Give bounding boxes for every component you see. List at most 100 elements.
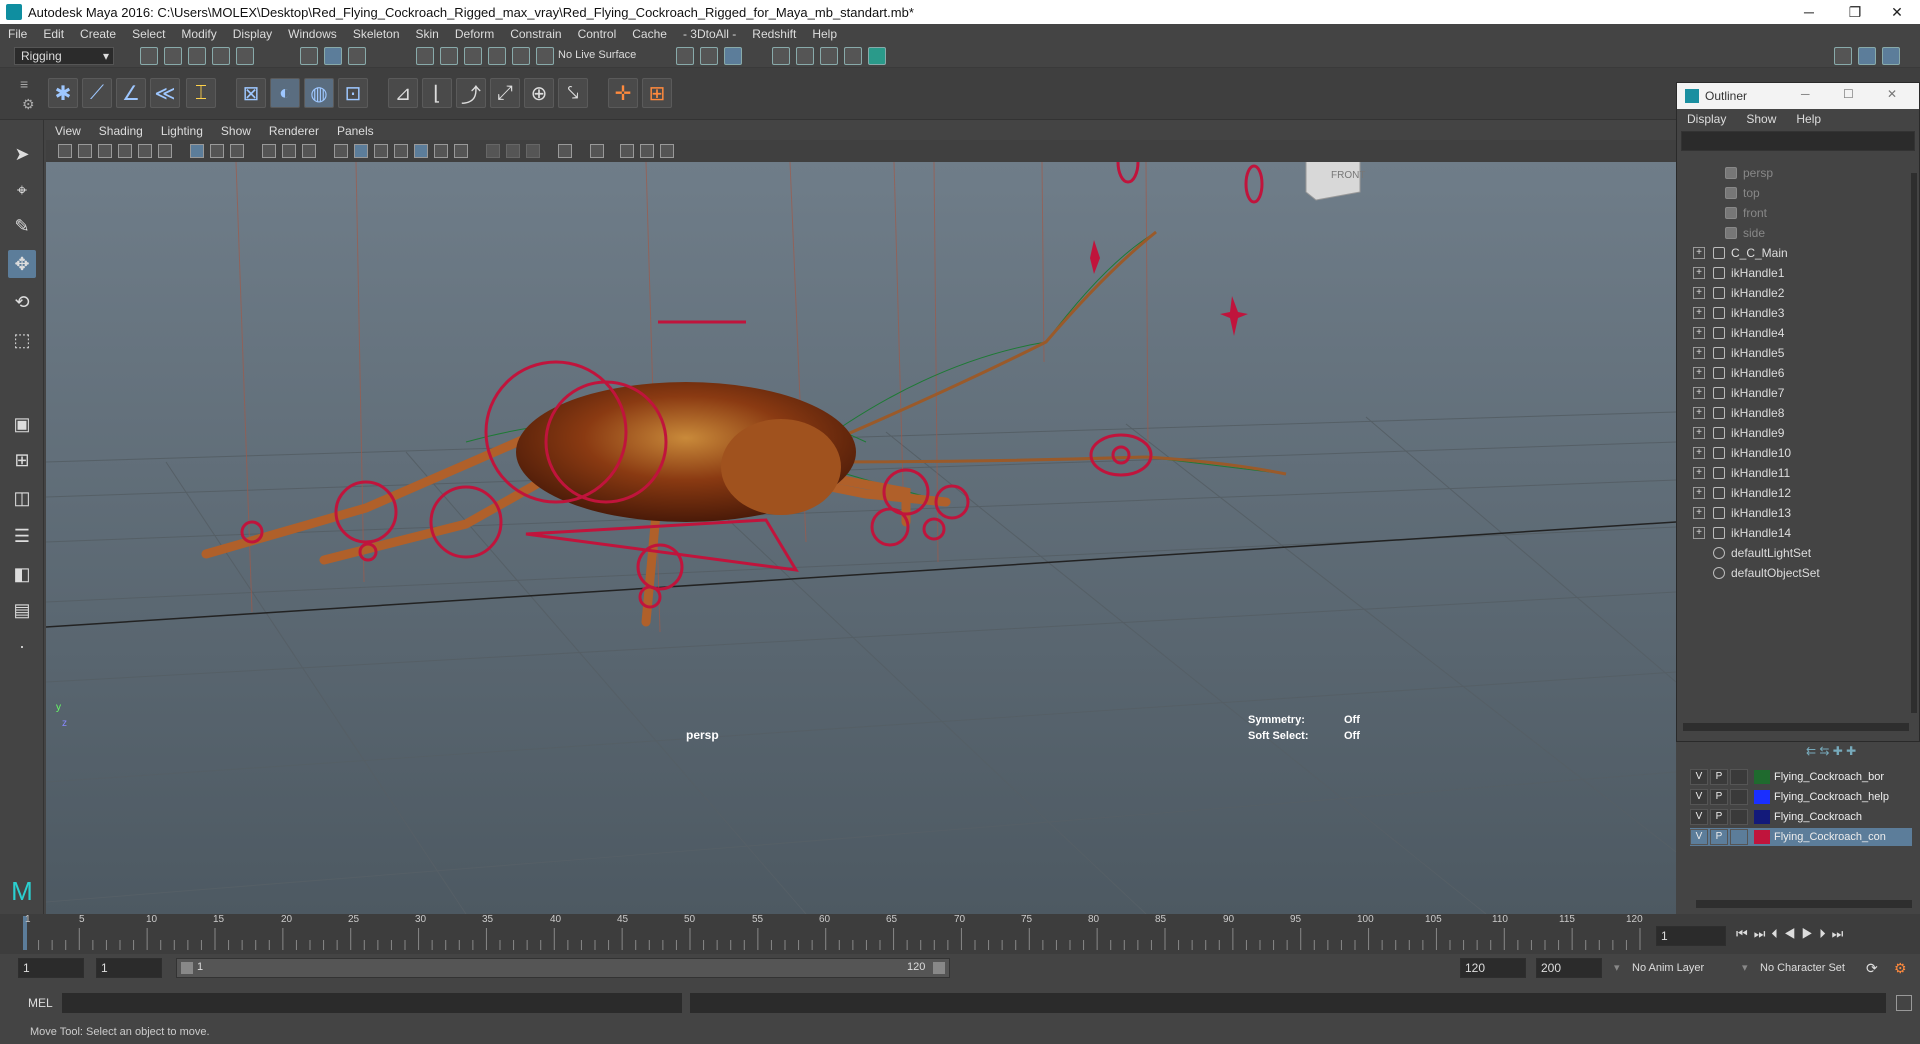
live-surface-label[interactable]: No Live Surface <box>558 49 636 61</box>
layer-type-toggle[interactable] <box>1730 829 1748 845</box>
snap-surface-icon[interactable] <box>512 47 530 65</box>
mirror-joint-icon[interactable]: ⌶ <box>186 78 216 108</box>
menu-help[interactable]: Help <box>804 27 845 41</box>
outliner-close-button[interactable]: ✕ <box>1887 87 1897 101</box>
viewport-menu-view[interactable]: View <box>46 124 90 138</box>
outliner-item-ikhandle11[interactable]: + ikHandle11 <box>1693 463 1920 483</box>
point-constraint-icon[interactable]: ⌊ <box>422 78 452 108</box>
layout-persp-graph-icon[interactable]: ◧ <box>8 560 36 588</box>
layer-visibility-toggle[interactable]: V <box>1690 789 1708 805</box>
select-component-icon[interactable] <box>348 47 366 65</box>
outliner-item-ikhandle12[interactable]: + ikHandle12 <box>1693 483 1920 503</box>
ipr-render-icon[interactable] <box>724 47 742 65</box>
outliner-item-ikhandle6[interactable]: + ikHandle6 <box>1693 363 1920 383</box>
layer-type-toggle[interactable] <box>1730 809 1748 825</box>
outliner-item-top[interactable]: top <box>1725 183 1920 203</box>
layer-type-toggle[interactable] <box>1730 789 1748 805</box>
viewport-menu-renderer[interactable]: Renderer <box>260 124 328 138</box>
xray-joints-icon[interactable] <box>620 144 634 158</box>
outliner-item-c-c-main[interactable]: + C_C_Main <box>1693 243 1920 263</box>
select-object-icon[interactable] <box>324 47 342 65</box>
construction-history-icon[interactable] <box>676 47 694 65</box>
expand-icon[interactable]: + <box>1693 327 1705 339</box>
bookmarks-icon[interactable] <box>98 144 112 158</box>
outliner-item-ikhandle14[interactable]: + ikHandle14 <box>1693 523 1920 543</box>
menu-windows[interactable]: Windows <box>280 27 345 41</box>
outliner-minimize-button[interactable]: ─ <box>1801 87 1810 101</box>
range-start-handle[interactable] <box>181 962 193 974</box>
bind-skin-icon[interactable]: ⊠ <box>236 78 266 108</box>
lasso-tool-icon[interactable]: ⌖ <box>8 176 36 204</box>
outliner-item-side[interactable]: side <box>1725 223 1920 243</box>
select-hierarchy-icon[interactable] <box>300 47 318 65</box>
layer-playback-toggle[interactable]: P <box>1710 769 1728 785</box>
go-to-end-icon[interactable]: ⏭ <box>1832 926 1850 941</box>
safe-action-icon[interactable] <box>302 144 316 158</box>
open-scene-icon[interactable] <box>164 47 182 65</box>
expand-icon[interactable]: + <box>1693 427 1705 439</box>
outliner-horizontal-scrollbar[interactable] <box>1683 723 1909 731</box>
expand-icon[interactable]: + <box>1693 267 1705 279</box>
scale-tool-icon[interactable]: ⬚ <box>8 326 36 354</box>
ik-spline-icon[interactable]: ≪ <box>150 78 180 108</box>
step-forward-frame-icon[interactable]: ⏵ <box>1819 926 1832 941</box>
layer-visibility-toggle[interactable]: V <box>1690 809 1708 825</box>
expand-icon[interactable]: + <box>1693 387 1705 399</box>
viewport-menu-show[interactable]: Show <box>212 124 260 138</box>
smooth-bind-icon[interactable]: ◐ <box>270 78 300 108</box>
paint-weights-icon[interactable]: ◍ <box>304 78 334 108</box>
xray-components-icon[interactable] <box>640 144 654 158</box>
textured-icon[interactable] <box>414 144 428 158</box>
aim-constraint-icon[interactable]: ⊕ <box>524 78 554 108</box>
playback-start-field[interactable]: 1 <box>96 958 162 978</box>
layout-more-icon[interactable]: · <box>8 632 36 660</box>
outliner-maximize-button[interactable]: ☐ <box>1843 87 1854 101</box>
viewcube-label[interactable]: FRONT <box>1331 170 1365 181</box>
layer-row[interactable]: V P Flying_Cockroach_help <box>1690 788 1912 806</box>
character-set-dropdown[interactable]: No Character Set ▾ <box>1740 958 1870 978</box>
animation-start-field[interactable]: 1 <box>18 958 84 978</box>
animation-end-field[interactable]: 200 <box>1536 958 1602 978</box>
layout-single-icon[interactable]: ▣ <box>8 410 36 438</box>
attribute-editor-toggle-icon[interactable] <box>1858 47 1876 65</box>
expand-icon[interactable]: + <box>1693 447 1705 459</box>
hypershade-icon[interactable] <box>796 47 814 65</box>
layer-scrollbar[interactable] <box>1696 900 1912 908</box>
motion-blur-icon[interactable] <box>506 144 520 158</box>
expand-icon[interactable]: + <box>1693 347 1705 359</box>
grid-toggle-icon[interactable] <box>190 144 204 158</box>
layout-stack-icon[interactable]: ☰ <box>8 522 36 550</box>
use-all-lights-icon[interactable] <box>434 144 448 158</box>
image-plane-icon[interactable] <box>118 144 132 158</box>
redshift-render-icon[interactable] <box>868 47 886 65</box>
layer-type-toggle[interactable] <box>1730 769 1748 785</box>
expand-icon[interactable]: + <box>1693 407 1705 419</box>
save-scene-icon[interactable] <box>188 47 206 65</box>
outliner-item-ikhandle3[interactable]: + ikHandle3 <box>1693 303 1920 323</box>
ik-handle-icon[interactable]: ∠ <box>116 78 146 108</box>
render-view-icon[interactable] <box>820 47 838 65</box>
cluster-icon[interactable]: ⊞ <box>642 78 672 108</box>
expand-icon[interactable]: + <box>1693 307 1705 319</box>
menuset-dropdown[interactable]: Rigging ▾ <box>14 47 114 65</box>
modeling-toolkit-icon[interactable] <box>1834 47 1852 65</box>
outliner-item-ikhandle9[interactable]: + ikHandle9 <box>1693 423 1920 443</box>
outliner-item-ikhandle4[interactable]: + ikHandle4 <box>1693 323 1920 343</box>
field-chart-icon[interactable] <box>282 144 296 158</box>
light-editor-icon[interactable] <box>844 47 862 65</box>
minimize-button[interactable]: ─ <box>1786 0 1832 24</box>
select-tool-icon[interactable]: ➤ <box>8 140 36 168</box>
expand-icon[interactable]: + <box>1693 527 1705 539</box>
move-tool-icon[interactable]: ✥ <box>8 250 36 278</box>
shelf-menu-icon[interactable]: ≡ <box>20 76 28 92</box>
default-material-icon[interactable] <box>374 144 388 158</box>
view-cube[interactable] <box>1305 162 1361 201</box>
layer-visibility-toggle[interactable]: V <box>1690 769 1708 785</box>
view-2d-pan-icon[interactable] <box>138 144 152 158</box>
screen-space-ao-icon[interactable] <box>486 144 500 158</box>
expand-icon[interactable]: + <box>1693 467 1705 479</box>
expand-icon[interactable]: + <box>1693 247 1705 259</box>
viewport-menu-panels[interactable]: Panels <box>328 124 383 138</box>
close-button[interactable]: ✕ <box>1874 0 1920 24</box>
shelf-gear-icon[interactable]: ⚙ <box>22 96 35 113</box>
